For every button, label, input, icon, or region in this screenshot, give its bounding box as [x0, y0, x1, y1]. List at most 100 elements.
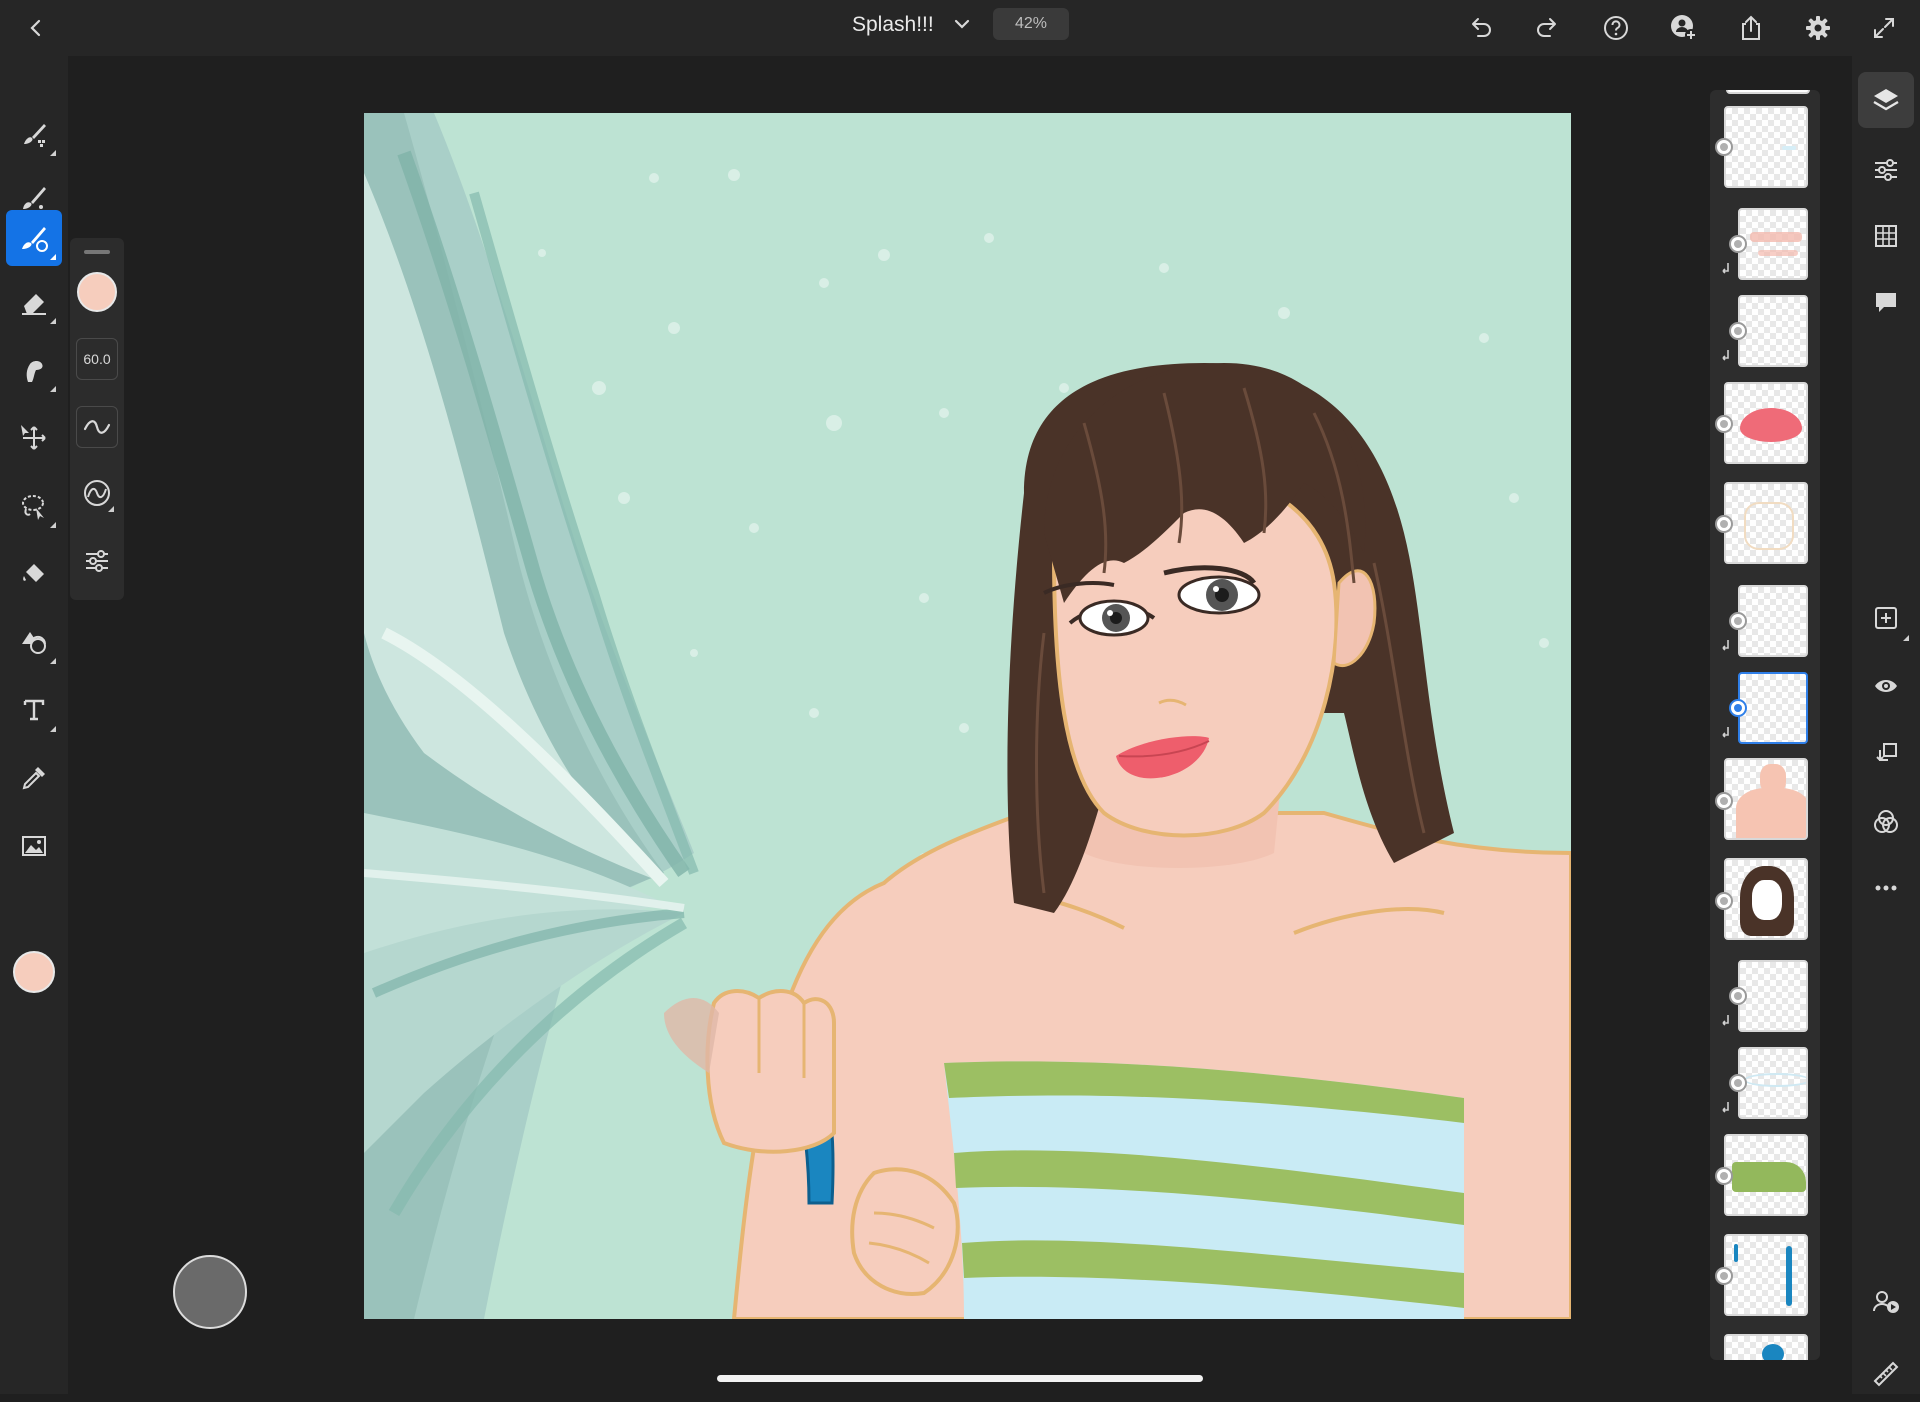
paint-bucket-icon — [23, 564, 44, 582]
clip-arrow-icon — [1722, 727, 1729, 738]
smudge-tool[interactable] — [6, 342, 62, 398]
text-tool[interactable] — [6, 682, 62, 738]
layer-thumb-skin-body[interactable] — [1724, 758, 1808, 840]
layer-visibility-dot[interactable] — [1715, 1267, 1733, 1285]
zoom-level[interactable]: 42% — [993, 8, 1069, 40]
clipping-mask-button[interactable] — [1858, 726, 1914, 782]
layer-thumb-selected[interactable] — [1738, 672, 1808, 744]
pixel-brush-icon — [24, 124, 46, 147]
layer-thumb-light-blue-stripe[interactable] — [1738, 1047, 1808, 1119]
brush-settings-panel: 60.0 — [70, 238, 124, 600]
layer-visibility-dot-selected[interactable] — [1729, 699, 1747, 717]
add-layer-button[interactable] — [1858, 590, 1914, 646]
collaborate-button[interactable] — [1858, 1274, 1914, 1330]
chevron-down-icon[interactable] — [950, 12, 974, 36]
share-button[interactable] — [1731, 8, 1771, 48]
touch-shortcut-button[interactable] — [173, 1255, 247, 1329]
grid-button[interactable] — [1858, 208, 1914, 264]
brush-size-value: 60.0 — [83, 351, 111, 367]
move-icon — [21, 425, 46, 450]
add-layer-icon — [1875, 607, 1897, 629]
layer-visibility-dot[interactable] — [1715, 892, 1733, 910]
clip-arrow-icon — [1722, 1015, 1729, 1026]
layer-thumb-pink-blush[interactable] — [1738, 208, 1808, 280]
wave-icon — [83, 420, 111, 434]
panel-grip[interactable] — [84, 250, 110, 254]
layer-visibility-dot[interactable] — [1729, 1074, 1747, 1092]
layer-visibility-dot[interactable] — [1729, 235, 1747, 253]
layer-visibility-dot[interactable] — [1715, 792, 1733, 810]
canvas[interactable] — [364, 113, 1571, 1319]
undo-button[interactable] — [1460, 8, 1500, 48]
place-image-tool[interactable] — [6, 818, 62, 874]
clip-icon — [1876, 743, 1897, 761]
blend-mode-button[interactable] — [1858, 794, 1914, 850]
clip-arrow-icon — [1722, 640, 1729, 651]
layer-visibility-dot[interactable] — [1715, 415, 1733, 433]
layer-visibility-dot[interactable] — [1715, 515, 1733, 533]
layers-button[interactable] — [1858, 72, 1914, 128]
clip-arrow-icon — [1722, 263, 1729, 274]
layer-thumb-green-towel[interactable] — [1724, 1134, 1808, 1216]
brush-dynamics-button[interactable] — [76, 472, 118, 514]
brush-smoothing-button[interactable] — [76, 406, 118, 448]
fullscreen-button[interactable] — [1864, 8, 1904, 48]
brush-color-swatch[interactable] — [77, 272, 117, 312]
comment-icon — [1876, 293, 1896, 312]
eraser-tool[interactable] — [6, 274, 62, 330]
fill-tool[interactable] — [6, 546, 62, 602]
more-icon — [1875, 885, 1897, 891]
visibility-button[interactable] — [1858, 658, 1914, 714]
layer-visibility-dot[interactable] — [1729, 612, 1747, 630]
shapes-tool[interactable] — [6, 614, 62, 670]
layer-thumb-empty[interactable] — [1738, 960, 1808, 1032]
sliders-icon — [1875, 159, 1897, 181]
layer-visibility-dot[interactable] — [1715, 138, 1733, 156]
color-swatch[interactable] — [13, 951, 55, 993]
layer-properties-button[interactable] — [1858, 142, 1914, 198]
right-toolbar — [1852, 56, 1920, 1394]
chevron-left-icon — [30, 19, 41, 37]
brush-size-field[interactable]: 60.0 — [76, 338, 118, 380]
expand-icon — [1874, 18, 1894, 38]
layer-visibility-dot[interactable] — [1729, 987, 1747, 1005]
collaborate-icon — [1873, 1291, 1899, 1313]
layer-visibility-dot[interactable] — [1729, 322, 1747, 340]
document-title[interactable]: Splash!!! — [852, 13, 934, 37]
help-button[interactable] — [1596, 8, 1636, 48]
layer-thumb-blue-streak[interactable] — [1724, 106, 1808, 188]
layer-partial-top[interactable] — [1726, 90, 1810, 94]
redo-button[interactable] — [1528, 8, 1568, 48]
layer-thumb-pink-lips[interactable] — [1724, 382, 1808, 464]
selection-tool[interactable] — [6, 478, 62, 534]
settings-button[interactable] — [1798, 8, 1838, 48]
comments-button[interactable] — [1858, 274, 1914, 330]
vector-brush-tool[interactable] — [6, 210, 62, 266]
eraser-icon — [22, 294, 46, 315]
brush-settings-button[interactable] — [76, 540, 118, 582]
home-indicator — [717, 1375, 1203, 1382]
invite-button[interactable] — [1664, 8, 1704, 48]
transform-tool[interactable] — [6, 410, 62, 466]
more-button[interactable] — [1858, 860, 1914, 916]
eyedropper-icon — [22, 767, 45, 790]
shapes-icon — [22, 632, 47, 654]
share-icon — [1742, 15, 1760, 40]
layer-thumb-empty[interactable] — [1738, 295, 1808, 367]
layer-thumb-partial-bottom[interactable] — [1724, 1334, 1808, 1360]
layer-thumb-brown-hair[interactable] — [1724, 858, 1808, 940]
vector-brush-icon — [22, 227, 48, 252]
layer-thumb-face-outline[interactable] — [1724, 482, 1808, 564]
layer-thumb-blue-hose[interactable] — [1724, 1234, 1808, 1316]
layer-visibility-dot[interactable] — [1715, 1167, 1733, 1185]
text-icon — [23, 699, 45, 721]
lasso-icon — [22, 495, 44, 520]
eyedropper-tool[interactable] — [6, 750, 62, 806]
pixel-brush-tool[interactable] — [6, 106, 62, 162]
artwork-illustration — [364, 113, 1571, 1319]
layer-thumb-empty[interactable] — [1738, 585, 1808, 657]
blend-icon — [1874, 810, 1898, 833]
back-button[interactable] — [16, 8, 56, 48]
eye-icon — [1875, 680, 1897, 692]
corner-indicator — [108, 506, 114, 512]
